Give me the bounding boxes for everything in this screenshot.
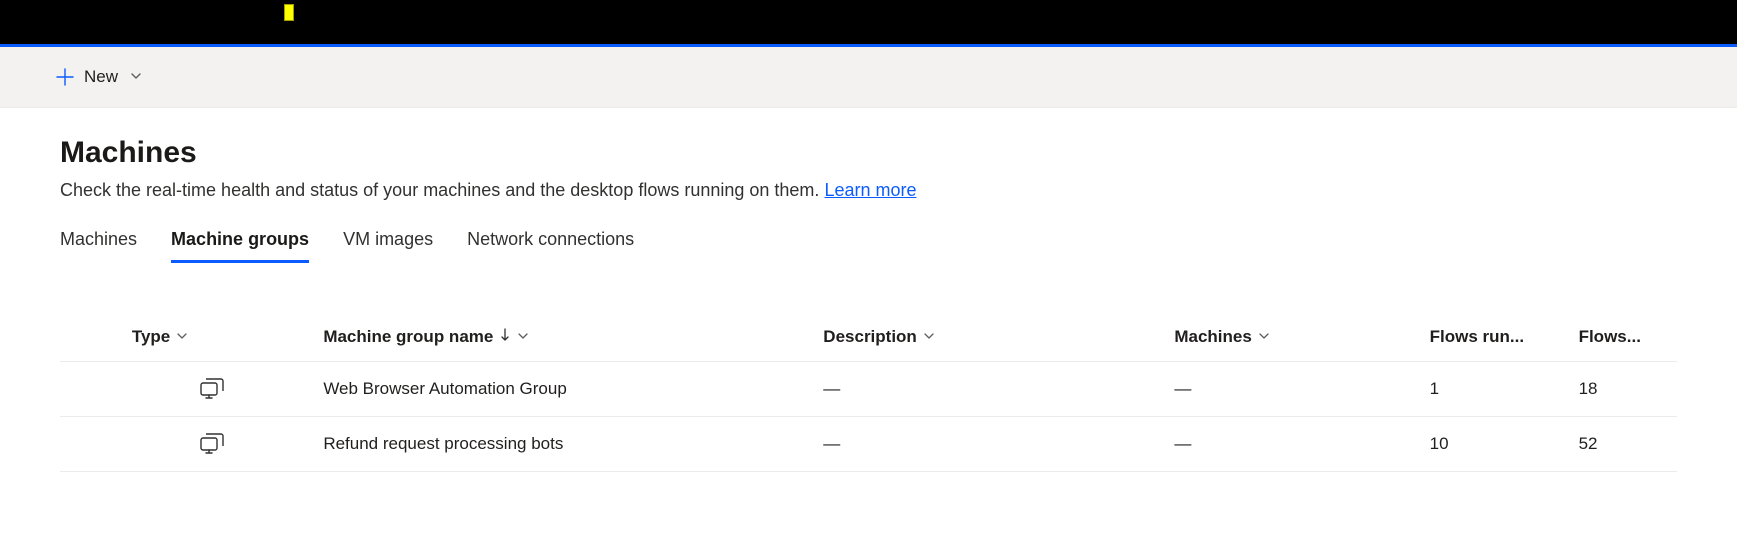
row-select-cell[interactable] bbox=[60, 362, 124, 417]
flows-queued-cell: 52 bbox=[1571, 417, 1677, 472]
type-cell bbox=[124, 362, 315, 417]
chevron-down-icon bbox=[1258, 327, 1270, 347]
page-title: Machines bbox=[60, 136, 1677, 170]
caret-marker bbox=[284, 4, 294, 21]
command-bar: New bbox=[0, 47, 1737, 108]
flows-running-cell: 1 bbox=[1422, 362, 1571, 417]
column-header-label: Machine group name bbox=[323, 327, 493, 347]
type-cell bbox=[124, 417, 315, 472]
table-row[interactable]: Refund request processing bots — — 10 52 bbox=[60, 417, 1677, 472]
new-button-label: New bbox=[84, 67, 118, 87]
column-header-flows-running[interactable]: Flows run... bbox=[1422, 317, 1571, 362]
column-header-label: Type bbox=[132, 327, 170, 347]
name-cell[interactable]: Refund request processing bots bbox=[315, 417, 815, 472]
chevron-down-icon bbox=[176, 327, 188, 347]
machines-cell: — bbox=[1166, 417, 1421, 472]
name-cell[interactable]: Web Browser Automation Group bbox=[315, 362, 815, 417]
window-titlebar bbox=[0, 0, 1737, 44]
column-header-machines[interactable]: Machines bbox=[1166, 317, 1421, 362]
column-header-name[interactable]: Machine group name bbox=[315, 317, 815, 362]
tab-strip: Machines Machine groups VM images Networ… bbox=[60, 229, 1677, 263]
description-cell: — bbox=[815, 417, 1166, 472]
tab-vm-images[interactable]: VM images bbox=[343, 229, 433, 263]
chevron-down-icon bbox=[130, 67, 142, 87]
tab-network-connections[interactable]: Network connections bbox=[467, 229, 634, 263]
column-header-label: Machines bbox=[1174, 327, 1251, 347]
chevron-down-icon bbox=[517, 327, 529, 347]
table-row[interactable]: Web Browser Automation Group — — 1 18 bbox=[60, 362, 1677, 417]
page-subtitle: Check the real-time health and status of… bbox=[60, 180, 1677, 201]
column-header-flows-queued[interactable]: Flows... bbox=[1571, 317, 1677, 362]
column-header-type[interactable]: Type bbox=[124, 317, 315, 362]
subtitle-text: Check the real-time health and status of… bbox=[60, 180, 824, 200]
column-header-label: Flows... bbox=[1579, 327, 1641, 347]
flows-queued-cell: 18 bbox=[1571, 362, 1677, 417]
machine-group-icon bbox=[200, 433, 307, 455]
new-button[interactable]: New bbox=[56, 67, 142, 87]
chevron-down-icon bbox=[923, 327, 935, 347]
column-header-label: Flows run... bbox=[1430, 327, 1524, 347]
column-select-all[interactable] bbox=[60, 317, 124, 362]
tab-machines[interactable]: Machines bbox=[60, 229, 137, 263]
plus-icon bbox=[56, 68, 74, 86]
description-cell: — bbox=[815, 362, 1166, 417]
machine-group-icon bbox=[200, 378, 307, 400]
machines-cell: — bbox=[1166, 362, 1421, 417]
page-content: Machines Check the real-time health and … bbox=[0, 108, 1737, 472]
column-header-description[interactable]: Description bbox=[815, 317, 1166, 362]
table-header-row: Type Machine group name Description bbox=[60, 317, 1677, 362]
tab-machine-groups[interactable]: Machine groups bbox=[171, 229, 309, 263]
row-select-cell[interactable] bbox=[60, 417, 124, 472]
machine-groups-table: Type Machine group name Description bbox=[60, 317, 1677, 472]
flows-running-cell: 10 bbox=[1422, 417, 1571, 472]
learn-more-link[interactable]: Learn more bbox=[824, 180, 916, 200]
column-header-label: Description bbox=[823, 327, 917, 347]
sort-descending-icon bbox=[499, 327, 511, 347]
